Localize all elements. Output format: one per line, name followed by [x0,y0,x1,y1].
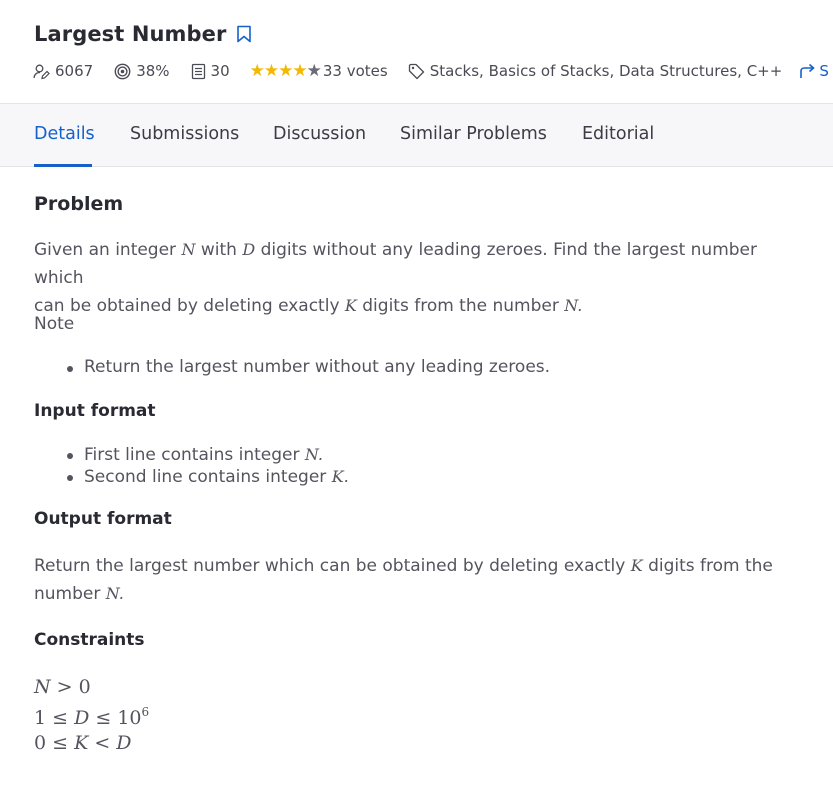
statement-text: with [195,240,243,260]
statement-text: Given an integer [34,240,182,260]
var-n: N [181,240,196,259]
var-k: K. [331,467,349,486]
votes-count: 33 votes [322,62,388,80]
bookmark-icon[interactable] [236,25,252,43]
var-d: D [116,732,132,754]
var-n: N. [105,584,124,603]
var-n: N. [564,296,583,315]
share-button[interactable]: S [799,62,829,80]
tag-icon [408,63,424,79]
list-item: First line contains integer N. [67,444,349,466]
tab-discussion[interactable]: Discussion [273,124,366,144]
submissions-count: 30 [210,62,230,80]
var-d: D [242,240,256,259]
star-empty-icon: ★ [306,61,322,81]
user-edit-icon [33,64,50,79]
solved-count: 6067 [55,62,94,80]
problem-meta: 6067 38% 30 ★★★★★ 33 votes Stacks, Basic… [33,61,829,81]
output-text: digits from the [642,556,773,576]
constraint-text: 1 ≤ [34,707,75,729]
note-list: Return the largest number without any le… [66,357,551,378]
list-item: Second line contains integer K. [67,466,349,488]
star-icon: ★ [278,61,293,81]
page-title: Largest Number [34,22,227,46]
rating-stars[interactable]: ★★★★★ [249,61,322,81]
submissions-stat: 30 [191,62,230,80]
tab-bar: Details Submissions Discussion Similar P… [0,103,833,167]
var-k: K [630,556,643,575]
accuracy-value: 38% [136,62,170,80]
tab-similar-problems[interactable]: Similar Problems [400,124,547,144]
active-tab-indicator [34,164,92,167]
accuracy-stat: 38% [114,62,170,80]
constraints-heading: Constraints [34,630,145,650]
var-k: K [344,296,357,315]
tab-submissions[interactable]: Submissions [130,124,239,144]
constraint-text: > 0 [50,676,91,698]
list-item: Return the largest number without any le… [66,357,551,377]
constraint-text: < [88,732,117,754]
output-format-text: Return the largest number which can be o… [34,552,804,608]
input-format-heading: Input format [34,401,156,421]
constraint-text: ≤ 10 [89,707,142,729]
statement-text: digits from the number [356,296,565,316]
problem-statement: Given an integer N with D digits without… [34,236,804,320]
star-icon: ★ [249,61,265,81]
statement-text: can be obtained by deleting exactly [34,296,345,316]
var-n: N [34,676,51,698]
tags: Stacks, Basics of Stacks, Data Structure… [408,62,783,80]
constraint-text: 0 ≤ [34,732,75,754]
tab-editorial[interactable]: Editorial [582,124,654,144]
var-k: K [74,732,89,754]
target-icon [114,63,131,79]
output-text: number [34,584,106,604]
solved-stat: 6067 [33,62,93,80]
share-label: S [819,62,829,80]
problem-header: Largest Number 6067 38% 30 ★★★★★ 33 vote… [0,0,833,103]
var-d: D [74,707,90,729]
document-list-icon [191,63,205,79]
tab-details[interactable]: Details [34,124,95,144]
constraint-n: N > 0 [34,675,91,699]
exponent: 6 [141,705,150,719]
output-text: Return the largest number which can be o… [34,556,631,576]
input-format-list: First line contains integer N. Second li… [67,444,349,488]
list-item-text: First line contains integer [84,445,305,465]
title-row: Largest Number [34,22,252,46]
constraint-k: 0 ≤ K < D [34,731,132,755]
note-label: Note [34,314,75,334]
star-icon: ★ [263,61,279,81]
constraint-d: 1 ≤ D ≤ 106 [34,700,149,730]
list-item-text: Second line contains integer [84,467,332,487]
share-arrow-icon [800,63,816,78]
problem-heading: Problem [34,193,124,215]
tags-list[interactable]: Stacks, Basics of Stacks, Data Structure… [430,62,783,80]
star-icon: ★ [292,61,307,81]
output-format-heading: Output format [34,509,172,529]
var-n: N. [304,445,323,464]
